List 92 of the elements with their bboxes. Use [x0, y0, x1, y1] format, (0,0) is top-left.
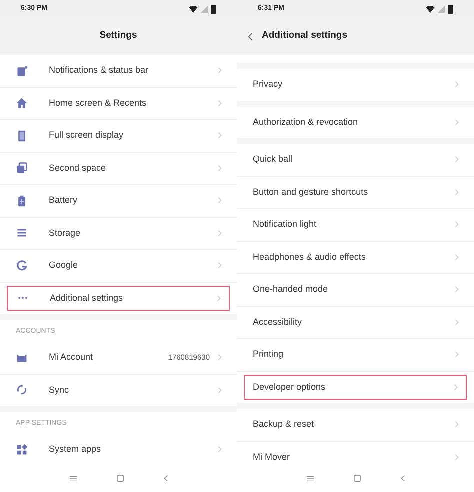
row-label: Notifications & status bar: [49, 64, 150, 77]
chevron-icon: [218, 67, 222, 74]
home-icon: [16, 97, 28, 110]
wifi-icon: [189, 6, 198, 12]
settings-row[interactable]: Notifications & status bar: [0, 55, 237, 86]
back-icon[interactable]: [248, 32, 253, 40]
settings-row[interactable]: Printing: [237, 339, 474, 370]
chevron-icon: [455, 421, 459, 428]
settings-row[interactable]: Authorization & revocation: [237, 106, 474, 138]
settings-row[interactable]: Notification light: [237, 209, 474, 240]
row-label: Home screen & Recents: [49, 96, 148, 110]
chevron-icon: [454, 384, 458, 391]
phone-icon: [16, 130, 28, 142]
settings-row[interactable]: Mi Mover: [237, 442, 474, 465]
row-label: Storage: [49, 226, 82, 240]
chevron-icon: [218, 132, 222, 140]
row-label: Battery: [49, 194, 79, 207]
row-label: Privacy: [252, 78, 284, 91]
chevron-icon: [218, 164, 222, 172]
row-label: Additional settings: [50, 292, 124, 305]
menu-icon[interactable]: [306, 476, 314, 482]
chevron-icon: [218, 230, 222, 237]
copy-icon: [16, 162, 28, 174]
storage-icon: [16, 227, 28, 240]
chevron-icon: [218, 100, 222, 107]
settings-row[interactable]: Headphones & audio effects: [237, 242, 474, 273]
signal-icon: [438, 6, 445, 12]
notification-icon: [16, 64, 28, 77]
row-label: Printing: [252, 348, 285, 361]
row-label: Headphones & audio effects: [252, 250, 367, 264]
battery-icon: [16, 194, 28, 207]
row-label: Developer options: [252, 380, 327, 394]
settings-row[interactable]: Storage: [0, 218, 237, 249]
battery-status-icon: [211, 4, 216, 14]
row-label: Mi Account: [49, 351, 94, 364]
row-label: Backup & reset: [252, 418, 316, 431]
settings-row[interactable]: Accessibility: [237, 306, 474, 338]
wifi-icon: [426, 6, 435, 12]
chevron-icon: [218, 354, 222, 362]
row-label: Accessibility: [252, 316, 304, 329]
menu-icon[interactable]: [70, 476, 76, 482]
signal-icon: [201, 6, 208, 12]
row-label: Authorization & revocation: [252, 116, 360, 128]
row-label: Full screen display: [49, 129, 125, 142]
chevron-icon: [217, 294, 221, 302]
settings-row[interactable]: Second space: [0, 152, 237, 184]
home-button-icon[interactable]: [354, 475, 360, 482]
back-button-icon[interactable]: [164, 475, 168, 482]
row-label: System apps: [49, 443, 102, 456]
chevron-icon: [455, 118, 459, 126]
row-label: Google: [49, 259, 80, 272]
row-label: Sync: [49, 384, 70, 397]
chevron-icon: [455, 254, 459, 261]
back-button-icon[interactable]: [400, 475, 404, 482]
chevron-icon: [455, 81, 459, 88]
row-label: One-handed mode: [252, 283, 330, 296]
chevron-icon: [455, 188, 459, 196]
row-label: Quick ball: [252, 153, 294, 166]
settings-row[interactable]: Quick ball: [237, 144, 474, 176]
row-label: Second space: [49, 162, 108, 175]
screen-title: Additional settings: [262, 29, 348, 44]
settings-row[interactable]: System apps: [0, 434, 237, 465]
settings-row[interactable]: Developer options: [244, 374, 467, 400]
row-label: Mi Mover: [252, 450, 292, 464]
settings-row[interactable]: Full screen display: [0, 120, 237, 152]
home-button-icon[interactable]: [116, 475, 124, 482]
apps-icon: [16, 444, 28, 456]
sync-icon: [16, 384, 28, 396]
chevron-icon: [218, 197, 222, 204]
settings-row[interactable]: One-handed mode: [237, 274, 474, 306]
settings-row[interactable]: Additional settings: [7, 286, 230, 311]
chevron-icon: [455, 351, 459, 358]
settings-row[interactable]: Button and gesture shortcuts: [237, 176, 474, 208]
chevron-icon: [218, 386, 222, 394]
battery-status-icon: [448, 4, 453, 14]
chevron-icon: [218, 262, 222, 270]
chevron-icon: [218, 446, 222, 454]
chevron-icon: [455, 454, 459, 461]
row-label: Button and gesture shortcuts: [252, 186, 370, 199]
chevron-icon: [455, 318, 459, 326]
settings-row[interactable]: Google: [0, 250, 237, 282]
chevron-icon: [455, 221, 459, 228]
settings-row[interactable]: Home screen & Recents: [0, 88, 237, 119]
screen-title: Settings: [100, 29, 138, 44]
settings-row[interactable]: Privacy: [237, 69, 474, 100]
chevron-icon: [455, 156, 459, 164]
settings-row[interactable]: Sync: [0, 374, 237, 406]
chevron-icon: [455, 286, 459, 294]
google-icon: [16, 260, 28, 272]
settings-row[interactable]: Battery: [0, 185, 237, 216]
row-label: Notification light: [252, 218, 318, 231]
settings-row[interactable]: Backup & reset: [237, 409, 474, 440]
